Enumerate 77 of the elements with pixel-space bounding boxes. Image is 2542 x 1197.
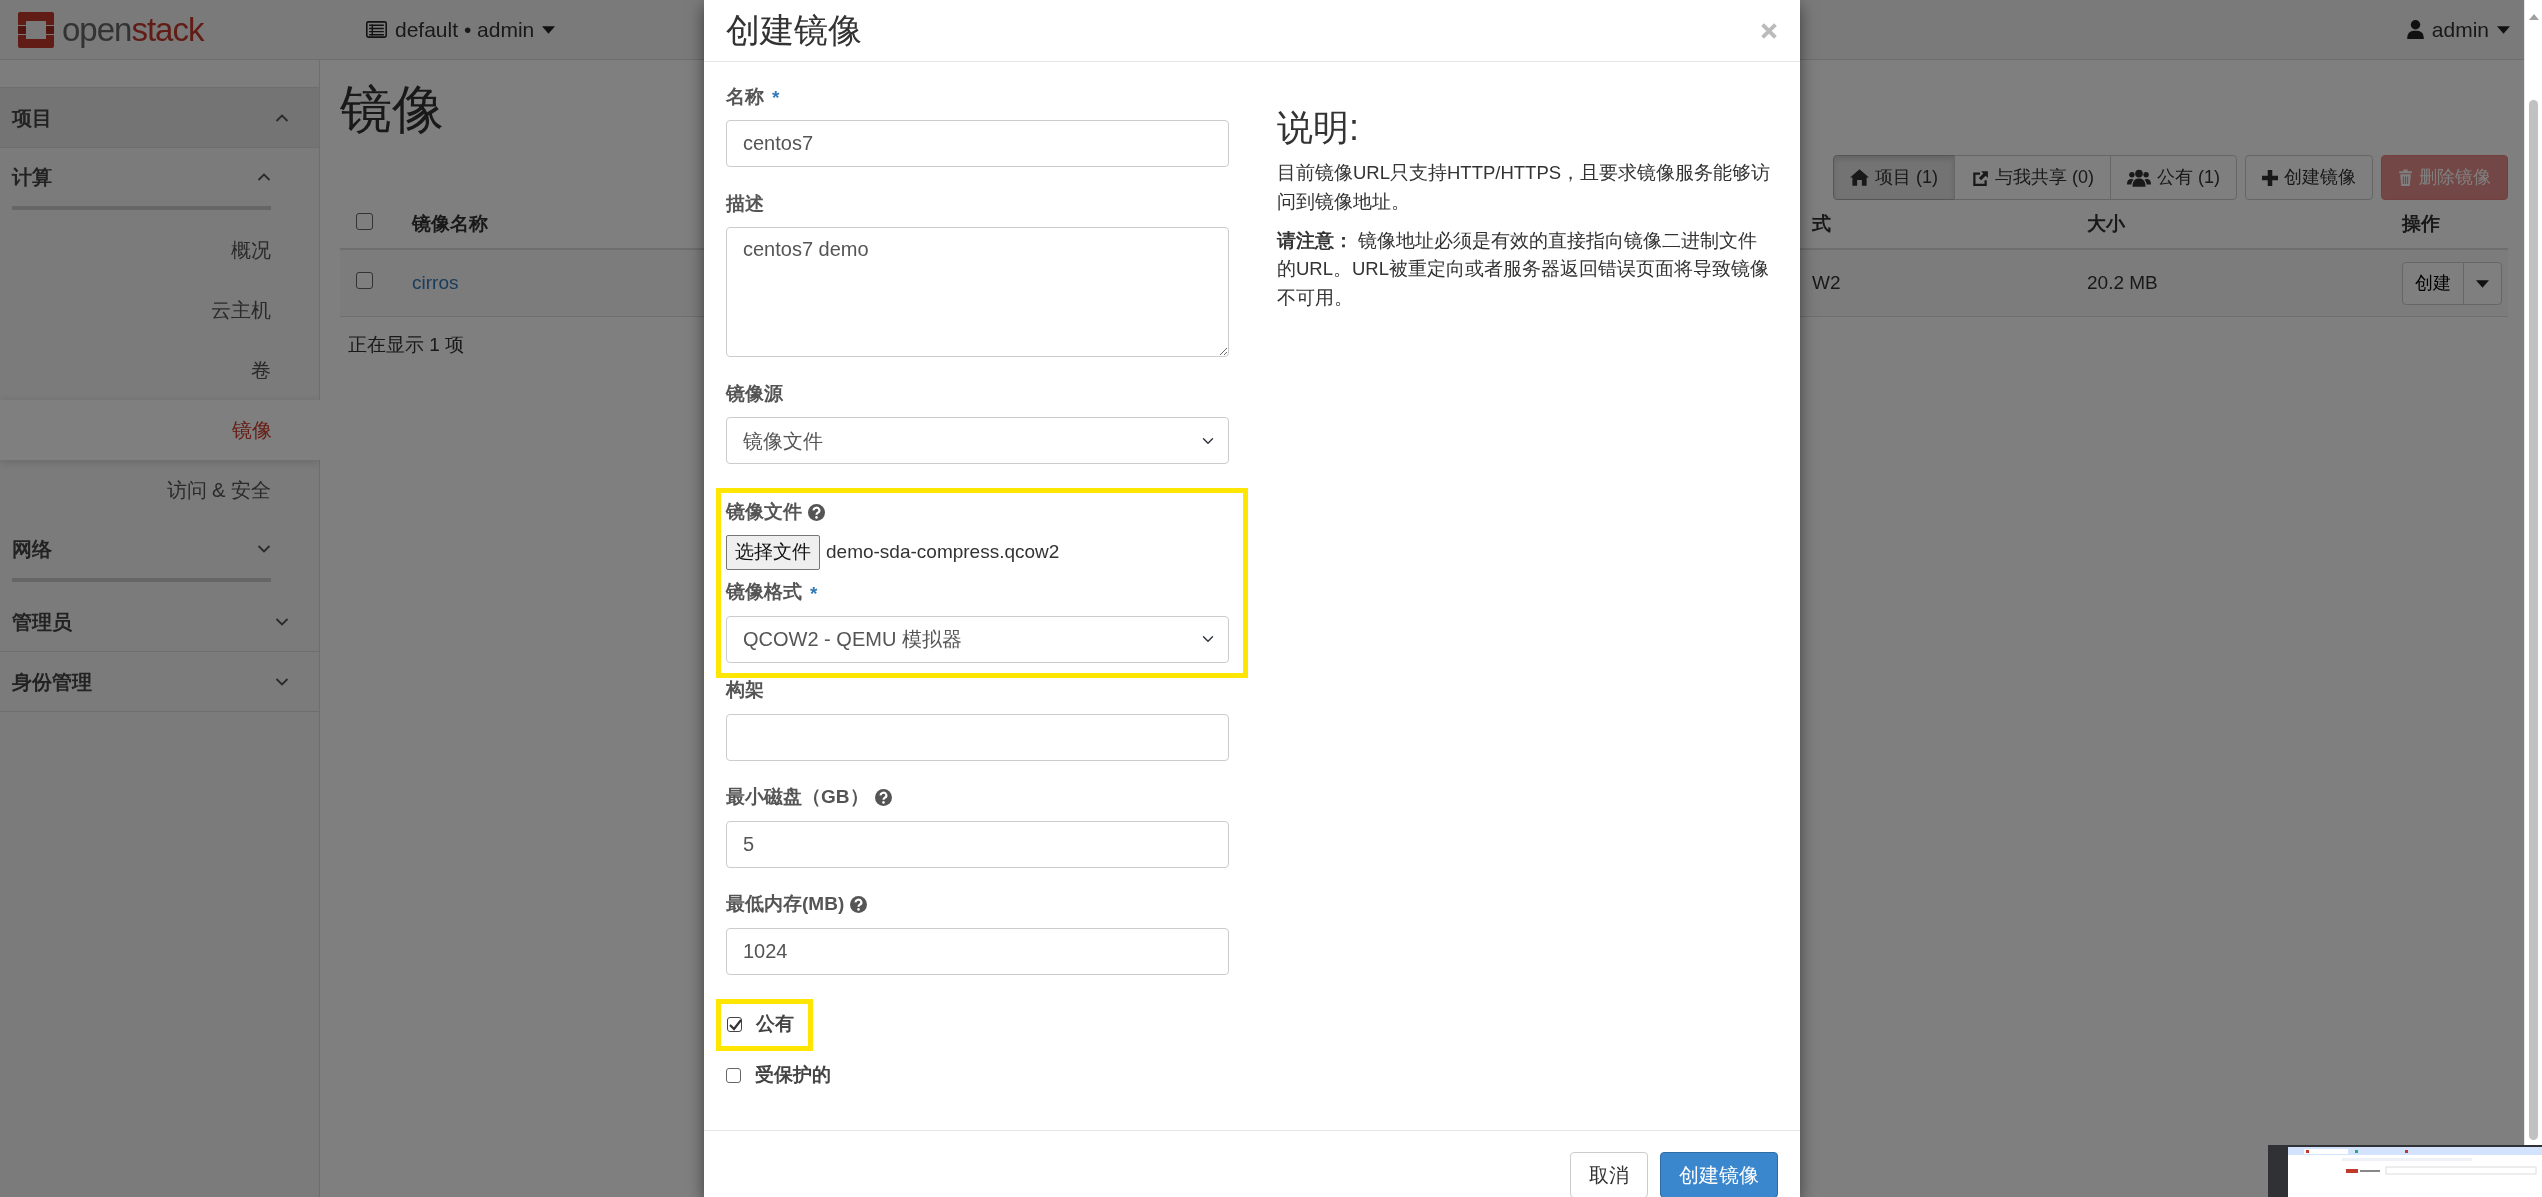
sidebar-item[interactable]: 镜像 [0,400,320,460]
dropdown[interactable]: 镜像文件 [726,417,1229,464]
user-menu[interactable]: admin [2406,13,2510,46]
dropdown-toggle-button[interactable] [2463,261,2502,305]
file-name: demo-sda-compress.qcow2 [826,540,1060,564]
table-cell: 20.2 MB [2087,271,2158,293]
table-cell: W2 [1812,271,1841,293]
chevron-up-icon [257,172,271,182]
logo-text: openstack [62,9,204,50]
filter-tab[interactable]: 项目 (1) [1833,155,1955,200]
choose-file-button[interactable]: 选择文件 [726,535,820,570]
user-icon [2406,20,2424,39]
users-icon [2127,168,2151,187]
input-field[interactable]: centos7 [726,120,1229,167]
field-label: 构架 [726,678,764,703]
column-header: 式 [1812,212,1831,234]
sidebar-item[interactable]: 云主机 [0,280,319,340]
sidebar-item[interactable]: 访问 & 安全 [0,460,319,520]
caret-icon [2476,279,2489,288]
column-header: 大小 [2087,212,2125,234]
help-text: 目前镜像URL只支持HTTP/HTTPS，且要求镜像服务能够访问到镜像地址。 [1277,161,1772,214]
field-label: 描述 [726,191,764,216]
column-header: 操作 [2402,212,2440,234]
field-label: 镜像格式 [726,580,802,605]
required-mark: * [810,581,818,606]
scroll-up-icon[interactable] [2529,14,2539,20]
help-title: 说明: [1277,106,1360,150]
filter-tab[interactable]: 与我共享 (0) [1954,155,2111,200]
dropdown[interactable]: QCOW2 - QEMU 模拟器 [726,615,1229,663]
input-field[interactable]: 1024 [726,927,1229,975]
text-area[interactable]: centos7 demo [726,227,1229,357]
input-field[interactable]: 5 [726,820,1229,868]
table-icon [366,21,387,38]
cancel-button[interactable]: 取消 [1570,1152,1648,1197]
field-label: 最小磁盘（GB） [726,785,869,810]
chevron-down-icon [275,676,289,687]
chevron-down-icon [275,616,289,627]
checkbox-label: 受保护的 [755,1063,831,1088]
field-label: 最低内存(MB) [726,892,845,917]
input-field[interactable] [726,713,1229,761]
project-menu[interactable]: default • admin [366,13,556,46]
sidebar-item[interactable]: 卷 [0,340,319,400]
field-label: 镜像文件 [726,499,802,524]
close-button[interactable] [1760,21,1778,40]
required-mark: * [772,86,780,110]
image-name-link[interactable]: cirros [412,271,459,293]
sidebar-group[interactable]: 计算 [12,148,271,210]
column-header: 镜像名称 [412,212,488,234]
logo-icon [16,9,56,50]
help-text: 请注意： 镜像地址必须是有效的直接指向镜像二进制文件的URL。URL被重定向或者服务器返回错误页面将导致镜像不可用。 [1277,228,1771,310]
sidebar-group[interactable]: 网络 [12,520,271,582]
dialog-title: 创建镜像 [726,11,862,50]
submit-button[interactable]: 创建镜像 [1660,1152,1778,1197]
caret-icon [542,25,556,34]
checkbox[interactable] [356,212,373,230]
sidebar-item[interactable]: 概况 [0,220,319,280]
checkbox-label: 公有 [756,1012,794,1037]
scrollbar-thumb[interactable] [2529,100,2538,1140]
caret-icon [2497,25,2510,34]
checkbox[interactable] [726,1068,741,1083]
checkbox[interactable] [727,1017,742,1032]
chevron-down-icon [257,544,271,554]
field-label: 名称 [726,84,764,109]
field-label: 镜像源 [726,381,783,406]
checkbox[interactable] [356,271,373,289]
check-icon [727,1017,742,1032]
action-button[interactable]: 创建镜像 [2245,155,2373,200]
page-title: 镜像 [340,79,444,140]
create-button[interactable]: 创建 [2402,261,2464,305]
item-count: 正在显示 1 项 [347,333,466,357]
home-icon [1850,169,1869,186]
sidebar-section[interactable]: 项目 [0,88,319,148]
filter-tab[interactable]: 公有 (1) [2110,155,2237,200]
chevron-up-icon [275,112,289,123]
close-icon [1760,21,1778,40]
plus-icon [2262,169,2278,186]
share-icon [1971,168,1989,187]
